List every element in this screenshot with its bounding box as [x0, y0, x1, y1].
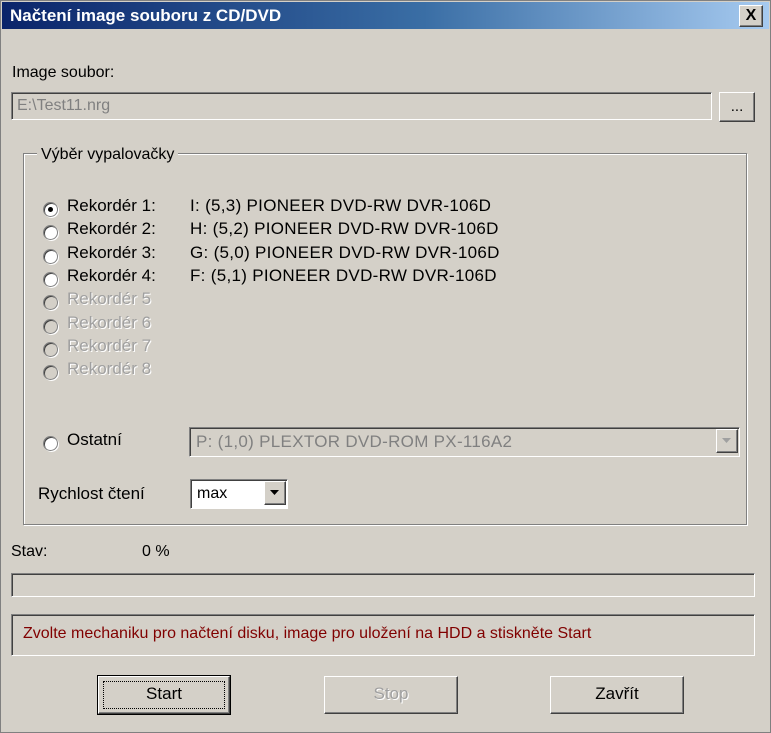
status-label: Stav: — [11, 543, 48, 560]
radio-selected-dot — [48, 207, 53, 212]
recorder-5-label: Rekordér 5 — [67, 289, 152, 308]
other-drive-dropdown-button[interactable] — [716, 429, 738, 453]
recorder-1-drive: I: (5,3) PIONEER DVD-RW DVR-106D — [190, 196, 492, 215]
recorder-4-drive: F: (5,1) PIONEER DVD-RW DVR-106D — [190, 266, 497, 285]
other-drive-select[interactable]: P: (1,0) PLEXTOR DVD-ROM PX-116A2 — [189, 427, 740, 457]
close-dialog-button-label: Zavřít — [595, 684, 639, 703]
status-message: Zvolte mechaniku pro načtení disku, imag… — [23, 625, 592, 642]
other-drive-radio[interactable] — [43, 436, 58, 451]
window-title: Načtení image souboru z CD/DVD — [10, 6, 282, 25]
recorder-6-label: Rekordér 6 — [67, 313, 152, 332]
stop-button[interactable]: Stop — [324, 676, 458, 714]
close-dialog-button[interactable]: Zavřít — [550, 676, 684, 714]
recorder-8-label: Rekordér 8 — [67, 359, 152, 378]
recorder-1-radio[interactable] — [43, 202, 58, 217]
read-speed-label: Rychlost čtení — [38, 484, 145, 503]
status-percent: 0 % — [142, 543, 170, 560]
start-button[interactable]: Start — [97, 675, 231, 715]
recorder-3-radio[interactable] — [43, 249, 58, 264]
message-panel: Zvolte mechaniku pro načtení disku, imag… — [11, 614, 755, 656]
read-speed-select[interactable]: max — [190, 479, 288, 509]
read-speed-value: max — [197, 485, 228, 502]
recorder-7-label: Rekordér 7 — [67, 336, 152, 355]
recorder-7-radio — [43, 342, 58, 357]
chevron-down-icon — [270, 490, 279, 495]
image-path-value: E:\Test11.nrg — [17, 97, 111, 114]
recorder-4-radio[interactable] — [43, 272, 58, 287]
burner-group-label: Výběr vypalovačky — [37, 146, 179, 164]
recorder-8-radio — [43, 365, 58, 380]
recorder-2-drive: H: (5,2) PIONEER DVD-RW DVR-106D — [190, 219, 499, 238]
browse-button[interactable]: ... — [719, 92, 755, 122]
recorder-5-radio — [43, 295, 58, 310]
recorder-3-label[interactable]: Rekordér 3: — [67, 243, 156, 263]
recorder-6-radio — [43, 319, 58, 334]
image-file-label: Image soubor: — [12, 64, 115, 81]
close-button[interactable]: X — [739, 5, 763, 27]
close-icon: X — [745, 7, 757, 24]
progress-bar — [11, 573, 755, 597]
image-path-input[interactable]: E:\Test11.nrg — [11, 92, 712, 120]
stop-button-label: Stop — [373, 684, 409, 703]
recorder-4-label[interactable]: Rekordér 4: — [67, 266, 156, 286]
read-speed-dropdown-button[interactable] — [264, 481, 286, 505]
other-drive-value: P: (1,0) PLEXTOR DVD-ROM PX-116A2 — [196, 432, 513, 451]
other-drive-label[interactable]: Ostatní — [67, 430, 122, 450]
recorder-2-radio[interactable] — [43, 225, 58, 240]
chevron-down-icon — [722, 438, 731, 443]
focus-ring — [103, 681, 225, 709]
recorder-1-label[interactable]: Rekordér 1: — [67, 196, 156, 216]
recorder-2-label[interactable]: Rekordér 2: — [67, 219, 156, 239]
recorder-3-drive: G: (5,0) PIONEER DVD-RW DVR-106D — [190, 243, 500, 262]
title-bar[interactable]: Načtení image souboru z CD/DVD X — [2, 2, 769, 29]
